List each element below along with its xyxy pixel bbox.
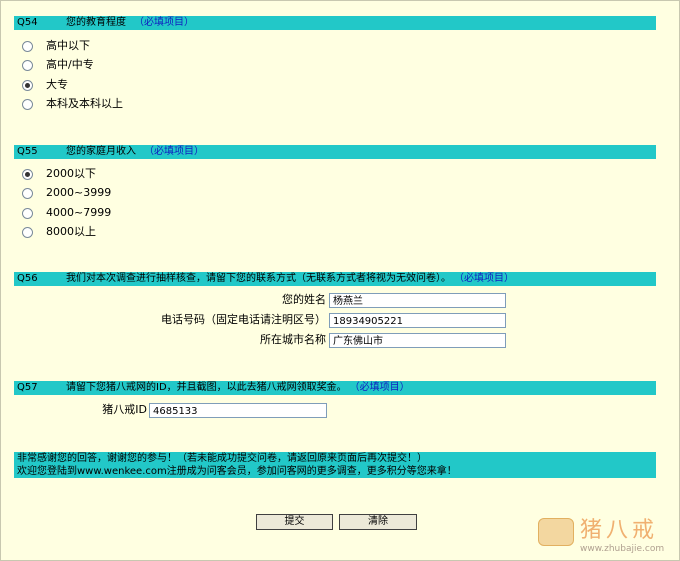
q55-option-1-label: 2000以下	[46, 167, 96, 180]
clear-button[interactable]: 清除	[339, 514, 417, 530]
q57-required-tag: （必填项目）	[354, 382, 410, 393]
submit-button[interactable]: 提交	[256, 514, 333, 530]
q55-option-3-label: 4000~7999	[46, 206, 112, 219]
q54-required-tag: （必填项目）	[134, 17, 194, 28]
radio-button-selected[interactable]	[22, 168, 33, 180]
q54-title: 您的教育程度	[66, 17, 126, 28]
q55-required-tag: （必填项目）	[144, 146, 204, 157]
zhubajie-id-field[interactable]: 4685133	[149, 403, 327, 418]
q55-number: Q55	[17, 146, 38, 157]
q55-option-2-label: 2000~3999	[46, 186, 112, 199]
notice-line-1: 非常感谢您的回答，谢谢您的参与！（若未能成功提交问卷，请返回原来页面后再次提交！…	[17, 453, 427, 464]
name-field[interactable]: 杨燕兰	[329, 293, 506, 308]
q54-option-3[interactable]: 大专	[22, 78, 68, 92]
radio-button[interactable]	[22, 40, 33, 52]
phone-label: 电话号码（固定电话请注明区号）	[161, 313, 326, 326]
q54-option-4-label: 本科及本科以上	[46, 97, 123, 110]
city-label: 所在城市名称	[260, 333, 326, 346]
q57-header: Q57 请留下您猪八戒网的ID，并且截图，以此去猪八戒网领取奖金。 （必填项目）	[14, 381, 656, 395]
city-field[interactable]: 广东佛山市	[329, 333, 506, 348]
q55-title: 您的家庭月收入	[66, 146, 136, 157]
watermark-name: 猪八戒	[580, 518, 659, 543]
q54-number: Q54	[17, 17, 38, 28]
q55-option-2[interactable]: 2000~3999	[22, 186, 111, 200]
radio-button[interactable]	[22, 59, 33, 71]
q54-option-1[interactable]: 高中以下	[22, 39, 90, 53]
q57-title: 请留下您猪八戒网的ID，并且截图，以此去猪八戒网领取奖金。	[66, 382, 347, 393]
q55-option-1[interactable]: 2000以下	[22, 167, 96, 181]
radio-button[interactable]	[22, 207, 33, 219]
q55-header: Q55 您的家庭月收入 （必填项目）	[14, 145, 656, 159]
q55-option-3[interactable]: 4000~7999	[22, 206, 111, 220]
pig-logo-icon	[538, 518, 574, 546]
phone-field[interactable]: 18934905221	[329, 313, 506, 328]
q54-option-1-label: 高中以下	[46, 39, 90, 52]
name-label: 您的姓名	[282, 293, 326, 306]
q56-header: Q56 我们对本次调查进行抽样核查，请留下您的联系方式（无联系方式者将视为无效问…	[14, 272, 656, 286]
thank-you-notice: 非常感谢您的回答，谢谢您的参与！（若未能成功提交问卷，请返回原来页面后再次提交！…	[14, 452, 656, 478]
zhubajie-id-label: 猪八戒ID	[102, 403, 147, 416]
q54-option-2[interactable]: 高中/中专	[22, 58, 94, 72]
q55-option-4[interactable]: 8000以上	[22, 225, 96, 239]
watermark-url: www.zhubajie.com	[580, 544, 665, 554]
radio-button[interactable]	[22, 98, 33, 110]
q54-option-4[interactable]: 本科及本科以上	[22, 97, 123, 111]
notice-line-2: 欢迎您登陆到www.wenkee.com注册成为问客会员，参加问客网的更多调查，…	[17, 466, 457, 477]
zhubajie-watermark: 猪八戒 www.zhubajie.com	[538, 518, 670, 558]
q54-option-2-label: 高中/中专	[46, 58, 94, 71]
radio-button[interactable]	[22, 226, 33, 238]
radio-button-selected[interactable]	[22, 79, 33, 91]
q54-header: Q54 您的教育程度 （必填项目）	[14, 16, 656, 30]
q55-option-4-label: 8000以上	[46, 225, 96, 238]
q56-required-tag: （必填项目）	[459, 273, 514, 284]
q57-number: Q57	[17, 382, 38, 393]
q56-title: 我们对本次调查进行抽样核查，请留下您的联系方式（无联系方式者将视为无效问卷）。	[66, 273, 451, 284]
radio-button[interactable]	[22, 187, 33, 199]
q56-number: Q56	[17, 273, 38, 284]
q54-option-3-label: 大专	[46, 78, 68, 91]
